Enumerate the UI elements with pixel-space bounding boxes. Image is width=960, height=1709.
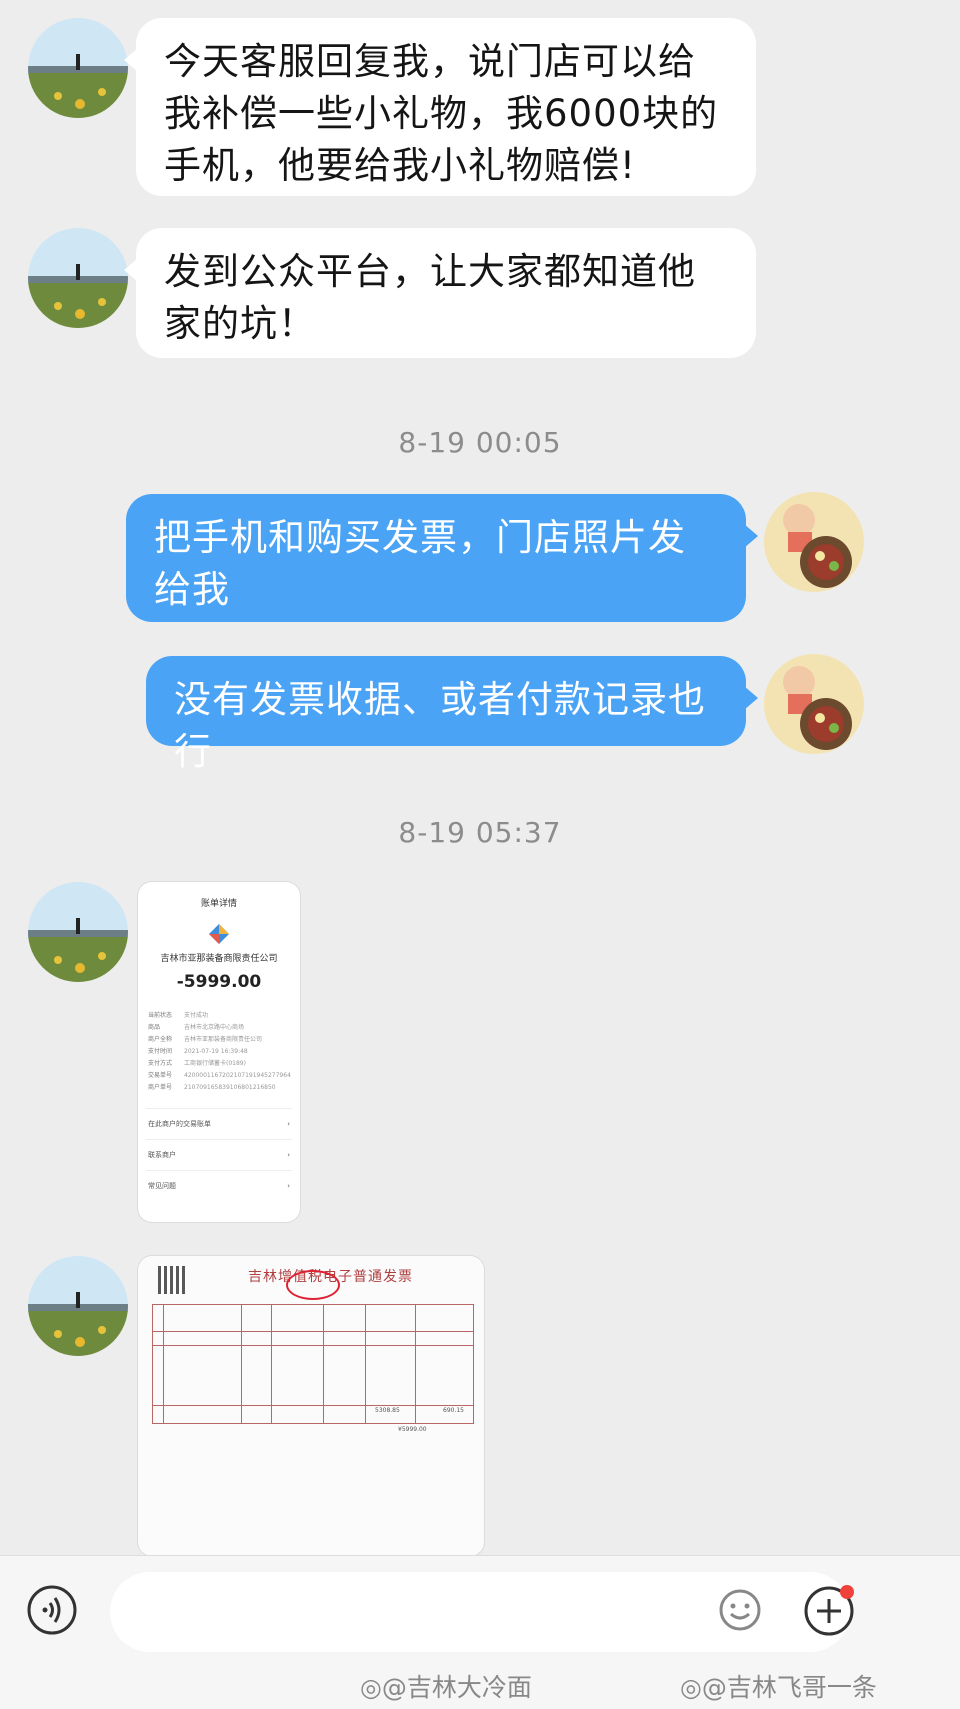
message-text: 发到公众平台，让大家都知道他家的坑！ bbox=[164, 250, 696, 345]
receipt-merchant: 吉林市亚那装备商限责任公司 bbox=[160, 954, 278, 964]
watermark: ◎@吉林飞哥一条 bbox=[680, 1673, 877, 1702]
chat-area: 今天客服回复我，说门店可以给我补偿一些小礼物，我6000块的手机，他要给我小礼物… bbox=[0, 0, 960, 1555]
emoji-icon[interactable] bbox=[718, 1588, 762, 1632]
receipt-link: 在此商户的交易账单 › bbox=[148, 1120, 290, 1128]
weibo-icon: ◎ bbox=[360, 1673, 382, 1702]
receipt-amount: -5999.00 bbox=[176, 972, 262, 992]
invoice-table: 5308.85 690.15 bbox=[152, 1304, 474, 1424]
user-avatar[interactable] bbox=[764, 492, 864, 592]
message-text: 没有发票收据、或者付款记录也行 bbox=[174, 678, 706, 773]
receipt-row: 交易单号 4200001167202107191945277964 bbox=[148, 1072, 291, 1079]
receipt-link: 联系商户 › bbox=[148, 1151, 290, 1159]
message-bubble-outgoing[interactable]: 没有发票收据、或者付款记录也行 bbox=[146, 656, 758, 773]
add-icon[interactable] bbox=[802, 1584, 856, 1638]
input-bar: ◎@吉林大冷面 ◎@吉林飞哥一条 bbox=[0, 1555, 960, 1709]
timestamp: 8-19 00:05 bbox=[398, 426, 562, 459]
invoice-stamp bbox=[286, 1270, 340, 1300]
receipt-row: 商户单号 210709165839106801216850 bbox=[148, 1084, 276, 1091]
message-bubble-incoming[interactable]: 今天客服回复我，说门店可以给我补偿一些小礼物，我6000块的手机，他要给我小礼物… bbox=[124, 18, 756, 196]
receipt-row: 支付方式 工商银行储蓄卡(0189) bbox=[148, 1060, 246, 1067]
contact-avatar[interactable] bbox=[28, 1256, 128, 1356]
contact-avatar[interactable] bbox=[28, 882, 128, 982]
timestamp: 8-19 05:37 bbox=[398, 816, 562, 849]
qr-code-icon bbox=[158, 1266, 186, 1294]
watermark: ◎@吉林大冷面 bbox=[360, 1673, 532, 1702]
voice-icon[interactable] bbox=[26, 1584, 78, 1636]
message-bubble-incoming[interactable]: 发到公众平台，让大家都知道他家的坑！ bbox=[124, 228, 756, 358]
invoice-amount: 5308.85 bbox=[375, 1407, 400, 1414]
receipt-link: 常见问题 › bbox=[148, 1182, 290, 1190]
receipt-row: 商品 吉林市北京路中心商场 bbox=[148, 1024, 245, 1031]
receipt-row: 商户全称 吉林市亚那装备商限责任公司 bbox=[148, 1036, 263, 1043]
message-text: 把手机和购买发票，门店照片发给我 bbox=[154, 516, 686, 611]
contact-avatar[interactable] bbox=[28, 228, 128, 328]
weibo-icon: ◎ bbox=[680, 1673, 702, 1702]
invoice-tax: 690.15 bbox=[443, 1407, 464, 1414]
user-avatar[interactable] bbox=[764, 654, 864, 754]
message-bubble-outgoing[interactable]: 把手机和购买发票，门店照片发给我 bbox=[126, 494, 758, 622]
payment-logo-icon bbox=[208, 923, 230, 945]
invoice-image[interactable]: 吉林增值税电子普通发票 5308.85 690.15 ¥5999.00 bbox=[138, 1256, 484, 1555]
contact-avatar[interactable] bbox=[28, 18, 128, 118]
receipt-image[interactable]: 账单详情 吉林市亚那装备商限责任公司 -5999.00 当前状态 支付成功 商品吉… bbox=[138, 882, 300, 1222]
message-text: 今天客服回复我，说门店可以给我补偿一些小礼物，我6000块的手机，他要给我小礼物… bbox=[164, 40, 719, 187]
receipt-header: 账单详情 bbox=[200, 899, 237, 909]
receipt-row: 当前状态 支付成功 bbox=[148, 1012, 209, 1019]
invoice-total: ¥5999.00 bbox=[398, 1426, 427, 1433]
receipt-row: 支付时间 2021-07-19 16:39:48 bbox=[148, 1048, 248, 1055]
